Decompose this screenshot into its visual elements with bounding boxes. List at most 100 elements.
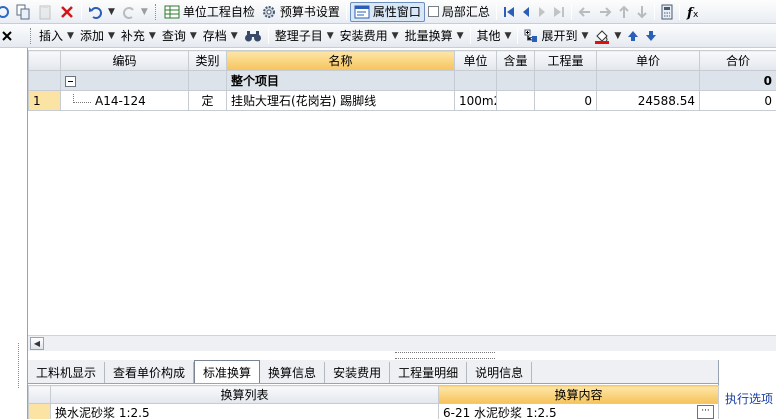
row-number-header[interactable] (28, 385, 51, 404)
other-menu[interactable]: 其他 ▼ (474, 26, 515, 46)
expand-to-menu[interactable]: 展开到 ▼ (521, 26, 591, 46)
name-cell[interactable]: 挂贴大理石(花岗岩) 踢脚线 (226, 90, 455, 111)
partial-summary-checkbox[interactable]: 局部汇总 (425, 2, 493, 22)
move-right-icon[interactable] (595, 2, 615, 22)
fill-color-button[interactable]: ▼ (591, 26, 624, 46)
conversion-list-cell[interactable]: 换水泥砂浆 1:2.5 (50, 403, 439, 419)
svg-text:x: x (693, 10, 699, 20)
pane-splitter-grip[interactable] (18, 343, 24, 388)
column-header-type[interactable]: 类别 (188, 50, 227, 71)
prev-record-icon[interactable] (518, 2, 534, 22)
find-button[interactable] (241, 26, 265, 46)
toolbar-grip[interactable] (30, 27, 33, 44)
move-down-button[interactable] (642, 26, 660, 46)
row-number-cell[interactable] (28, 403, 51, 419)
table-row[interactable]: 1 A14-124 定 挂贴大理石(花岗岩) 踢脚线 100m2 0 24588… (28, 90, 776, 111)
tab-install-fee[interactable]: 安装费用 (325, 362, 391, 383)
undo-icon[interactable]: ▼ (85, 2, 118, 22)
code-cell[interactable]: A14-124 (60, 90, 189, 111)
undo-dropdown-icon[interactable]: ▼ (108, 7, 115, 17)
toolbar-grip[interactable] (154, 3, 158, 20)
section-row[interactable]: 整个项目 0 (28, 70, 776, 91)
tab-quantity-detail[interactable]: 工程量明细 (390, 362, 468, 383)
conversion-content-text: 6-21 水泥砂浆 1:2.5 (443, 406, 557, 419)
column-header-price[interactable]: 单价 (596, 50, 700, 71)
left-tree-pane[interactable] (0, 48, 28, 419)
price-cell[interactable] (596, 70, 700, 91)
first-record-icon[interactable] (500, 2, 518, 22)
separator (517, 27, 519, 44)
batch-convert-menu[interactable]: 批量换算 ▼ (402, 26, 467, 46)
organize-menu[interactable]: 整理子目 ▼ (272, 26, 337, 46)
code-text: A14-124 (95, 93, 146, 108)
tab-unit-price-composition[interactable]: 查看单价构成 (105, 362, 195, 383)
unit-cell[interactable] (454, 70, 497, 91)
delete-icon[interactable] (56, 2, 78, 22)
row-number-cell[interactable] (28, 70, 61, 91)
move-left-icon[interactable] (575, 2, 595, 22)
table-row[interactable]: 换水泥砂浆 1:2.5 6-21 水泥砂浆 1:2.5 ··· (28, 403, 719, 419)
collapse-cell[interactable] (60, 70, 189, 91)
unit-cell[interactable]: 100m2 (454, 90, 497, 111)
quantity-cell[interactable] (534, 70, 597, 91)
add-menu[interactable]: 添加 ▼ (77, 26, 118, 46)
price-cell[interactable]: 24588.54 (596, 90, 700, 111)
paste-icon[interactable] (34, 2, 56, 22)
scroll-left-icon[interactable]: ◀ (30, 337, 44, 350)
collapse-icon[interactable] (65, 75, 76, 87)
calculator-icon[interactable] (658, 2, 676, 22)
query-menu[interactable]: 查询 ▼ (159, 26, 200, 46)
column-header-code[interactable]: 编码 (60, 50, 189, 71)
column-header-unit[interactable]: 单位 (454, 50, 497, 71)
redo-icon[interactable]: ▼ (118, 2, 151, 22)
property-window-button[interactable]: 属性窗口 (349, 1, 425, 22)
total-cell[interactable]: 0 (699, 90, 776, 111)
execution-options-label[interactable]: 执行选项 (725, 390, 773, 407)
supplement-menu[interactable]: 补充 ▼ (118, 26, 159, 46)
quantity-cell[interactable]: 0 (534, 90, 597, 111)
self-check-button[interactable]: 单位工程自检 (161, 2, 258, 22)
column-header-total[interactable]: 合价 (699, 50, 776, 71)
install-fee-menu[interactable]: 安装费用 ▼ (337, 26, 402, 46)
column-header-content[interactable]: 含量 (496, 50, 535, 71)
section-name-cell[interactable]: 整个项目 (226, 70, 455, 91)
separator (267, 27, 269, 44)
tab-conversion-info[interactable]: 换算信息 (260, 362, 326, 383)
last-record-icon[interactable] (550, 2, 568, 22)
budget-settings-button[interactable]: 预算书设置 (258, 2, 343, 22)
redo-dropdown-icon[interactable]: ▼ (141, 7, 148, 17)
next-record-icon[interactable] (534, 2, 550, 22)
tab-material-display[interactable]: 工料机显示 (28, 362, 106, 383)
move-up-icon[interactable] (615, 2, 633, 22)
row-number-cell[interactable]: 1 (28, 90, 61, 111)
insert-menu[interactable]: 插入 ▼ (36, 26, 77, 46)
refresh-icon[interactable] (0, 2, 12, 22)
column-header-name[interactable]: 名称 (226, 50, 455, 71)
column-header-conversion-content[interactable]: 换算内容 (438, 385, 719, 404)
tab-standard-conversion[interactable]: 标准换算 (194, 360, 261, 383)
column-header-conversion-list[interactable]: 换算列表 (50, 385, 439, 404)
type-cell[interactable] (188, 70, 227, 91)
move-up-button[interactable] (624, 26, 642, 46)
function-icon[interactable]: fx (683, 2, 705, 22)
column-header-quantity[interactable]: 工程量 (534, 50, 597, 71)
checkbox-box[interactable] (427, 6, 439, 17)
panel-splitter[interactable] (395, 352, 495, 359)
tab-description[interactable]: 说明信息 (467, 362, 533, 383)
row-number-header[interactable] (28, 50, 61, 71)
subgrid-header-row: 换算列表 换算内容 (28, 385, 719, 404)
archive-menu[interactable]: 存档 ▼ (200, 26, 241, 46)
type-cell[interactable]: 定 (188, 90, 227, 111)
content-cell[interactable] (496, 70, 535, 91)
conversion-content-cell[interactable]: 6-21 水泥砂浆 1:2.5 ··· (438, 403, 719, 419)
close-pane-icon[interactable] (0, 26, 16, 46)
separator (81, 3, 82, 20)
content-cell[interactable] (496, 90, 535, 111)
paint-bucket-icon (595, 29, 610, 44)
move-down-icon[interactable] (633, 2, 651, 22)
copy-icon[interactable] (12, 2, 34, 22)
section-total-cell[interactable]: 0 (699, 70, 776, 91)
horizontal-scrollbar[interactable]: ◀ (28, 335, 776, 351)
chevron-down-icon[interactable]: ▼ (614, 31, 621, 41)
ellipsis-button[interactable]: ··· (697, 405, 714, 419)
